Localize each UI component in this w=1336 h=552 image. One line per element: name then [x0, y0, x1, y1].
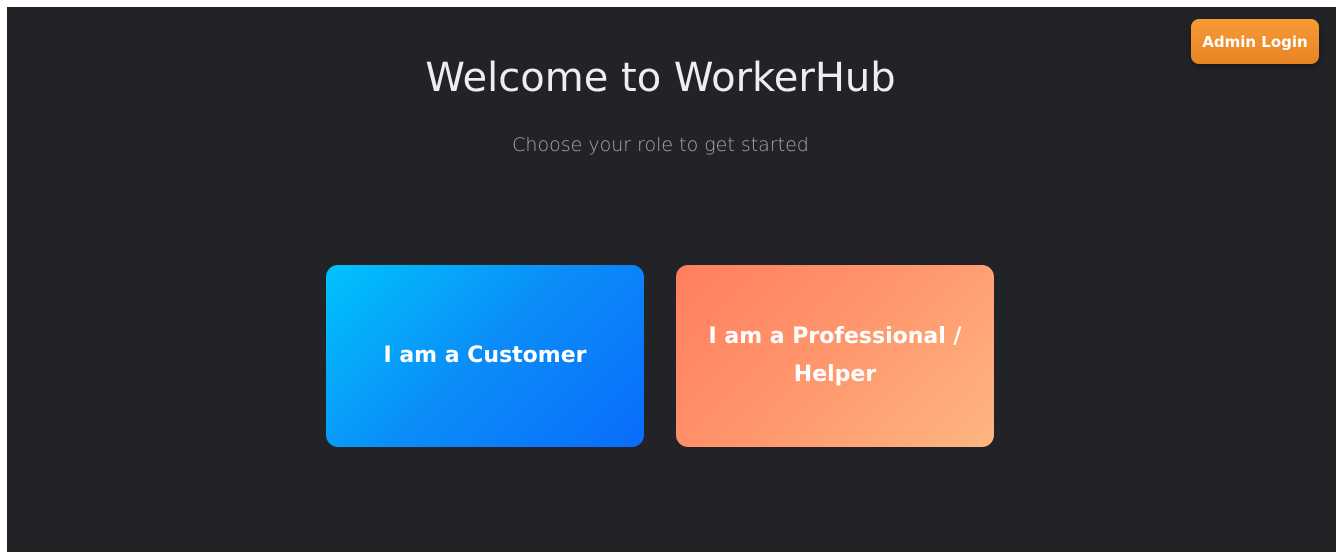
professional-role-label: I am a Professional / Helper: [708, 324, 962, 387]
customer-role-card[interactable]: I am a Customer: [326, 265, 644, 447]
customer-role-label: I am a Customer: [383, 343, 587, 368]
welcome-page: Admin Login Welcome to WorkerHub Choose …: [7, 7, 1336, 552]
page-title: Welcome to WorkerHub: [425, 55, 896, 101]
professional-role-card[interactable]: I am a Professional / Helper: [676, 265, 994, 447]
page-subtitle: Choose your role to get started: [512, 134, 809, 156]
